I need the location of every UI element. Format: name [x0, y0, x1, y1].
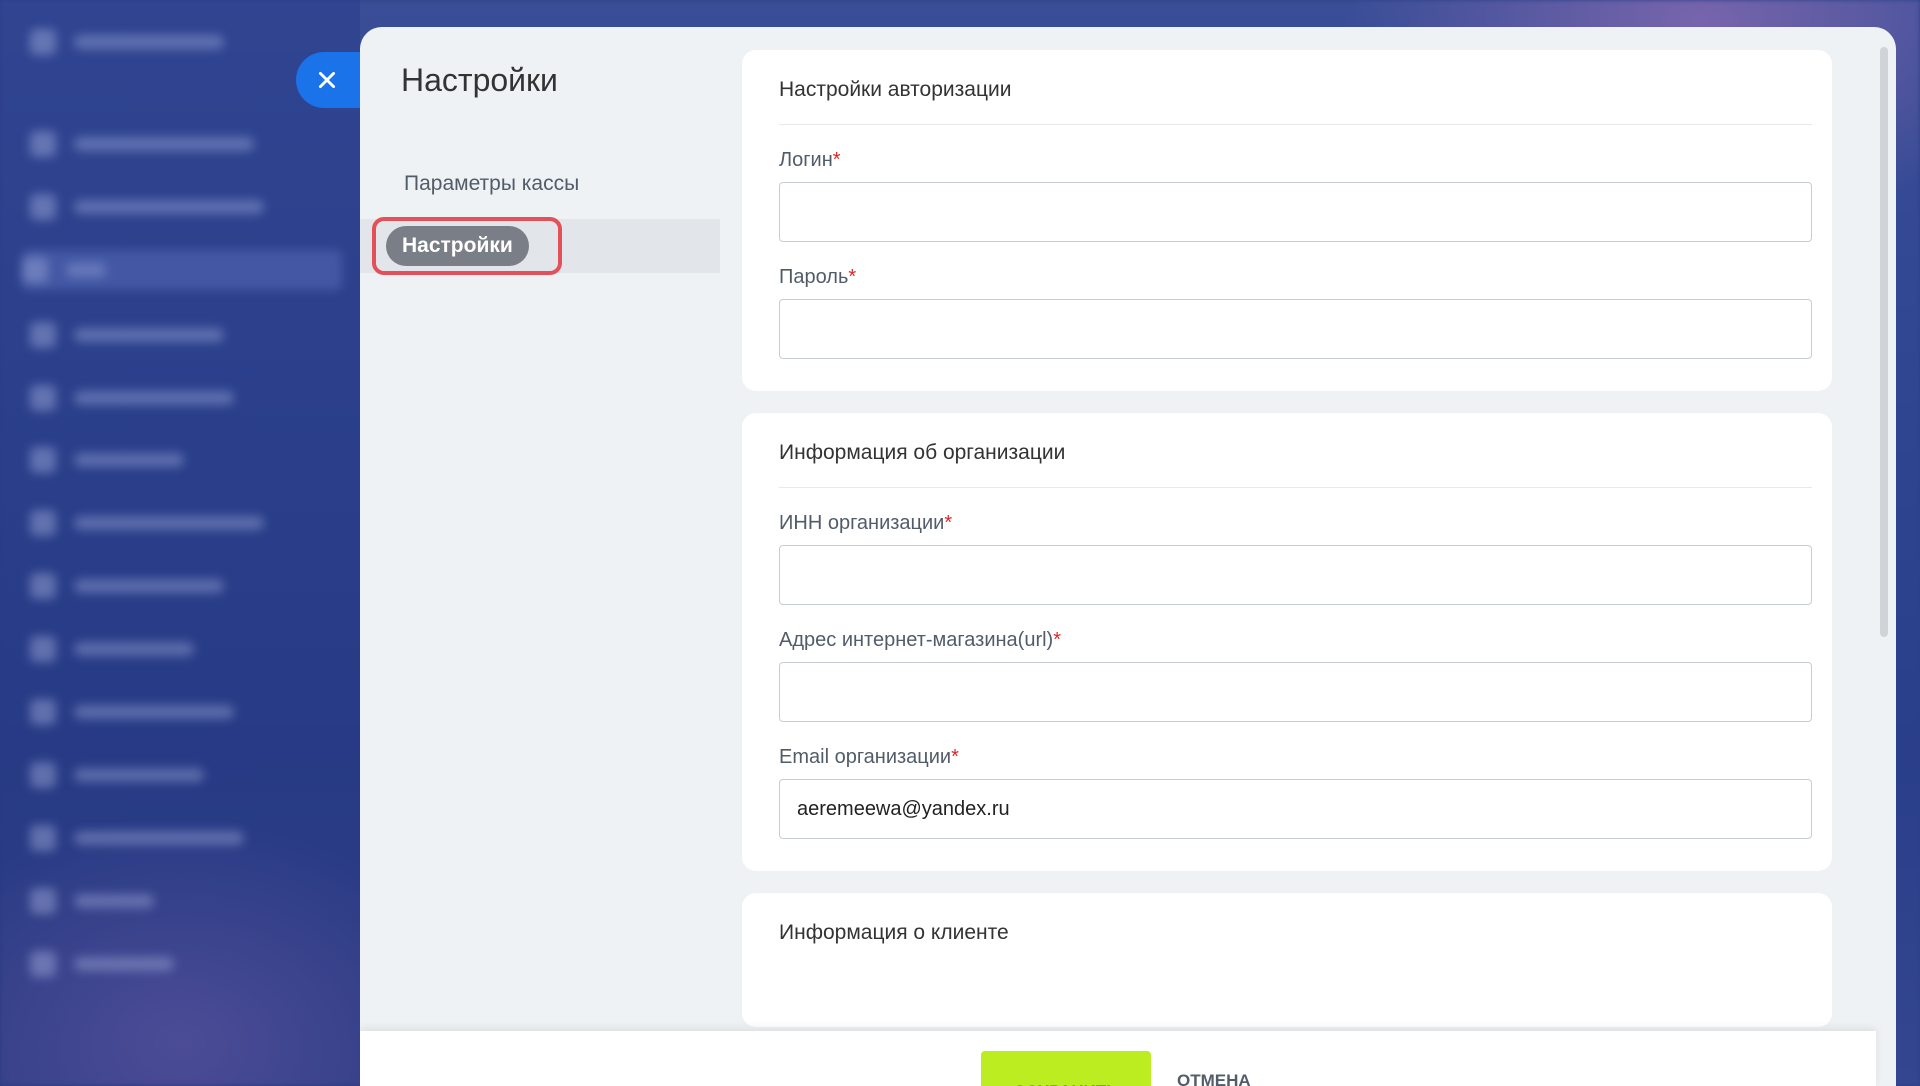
background-item: [30, 566, 310, 606]
inn-label: ИНН организации*: [779, 512, 1812, 535]
footer-bar: СОХРАНИТЬ ОТМЕНА: [360, 1031, 1876, 1086]
required-mark: *: [848, 266, 857, 288]
background-item: [30, 692, 310, 732]
save-button[interactable]: СОХРАНИТЬ: [981, 1051, 1151, 1086]
login-label: Логин*: [779, 149, 1812, 172]
login-input[interactable]: [779, 182, 1812, 242]
settings-panel: Настройки Параметры кассы Настройки Наст…: [360, 27, 1896, 1086]
page-title: Настройки: [401, 62, 558, 98]
settings-content: Настройки авторизации Логин* Пароль* Инф…: [742, 50, 1832, 1049]
required-mark: *: [944, 512, 953, 534]
background-item: [30, 881, 310, 921]
client-section: Информация о клиенте: [742, 893, 1832, 1027]
background-item: [22, 250, 342, 290]
background-item: [30, 124, 310, 164]
email-label-text: Email организации: [779, 746, 952, 768]
close-icon: [318, 71, 336, 89]
background-item: [30, 503, 310, 543]
org-section: Информация об организации ИНН организаци…: [742, 413, 1832, 871]
background-item: [30, 944, 310, 984]
org-section-title: Информация об организации: [779, 441, 1812, 488]
inn-input[interactable]: [779, 545, 1812, 605]
url-label-text: Адрес интернет-магазина(url): [779, 629, 1054, 651]
background-sidebar: [0, 0, 360, 1086]
background-item: [30, 440, 310, 480]
nav-item-label: Настройки: [402, 234, 513, 257]
auth-section: Настройки авторизации Логин* Пароль*: [742, 50, 1832, 391]
background-item: [30, 187, 310, 227]
cancel-button[interactable]: ОТМЕНА: [1177, 1071, 1251, 1086]
login-label-text: Логин: [779, 149, 833, 171]
background-item: [30, 22, 310, 62]
close-button[interactable]: [296, 52, 368, 108]
required-mark: *: [951, 746, 959, 768]
side-nav: Параметры кассы Настройки: [360, 157, 720, 275]
background-item: [30, 315, 310, 355]
nav-item-settings-pill: Настройки: [372, 217, 562, 275]
background-item: [30, 378, 310, 418]
required-mark: *: [1053, 629, 1062, 651]
url-input[interactable]: [779, 662, 1812, 722]
inn-label-text: ИНН организации: [779, 512, 945, 534]
background-item: [30, 755, 310, 795]
email-label: Email организации*: [779, 746, 1812, 769]
nav-item-settings[interactable]: Настройки: [360, 217, 720, 275]
nav-item-label: Параметры кассы: [404, 172, 580, 195]
background-item: [30, 818, 310, 858]
client-section-title: Информация о клиенте: [779, 921, 1009, 944]
url-label: Адрес интернет-магазина(url)*: [779, 629, 1812, 652]
password-label: Пароль*: [779, 266, 1812, 289]
email-input[interactable]: [779, 779, 1812, 839]
auth-section-title: Настройки авторизации: [779, 78, 1812, 125]
scrollbar[interactable]: [1880, 47, 1888, 637]
required-mark: *: [832, 149, 841, 171]
password-label-text: Пароль: [779, 266, 849, 288]
password-input[interactable]: [779, 299, 1812, 359]
nav-item-cash-params[interactable]: Параметры кассы: [360, 157, 720, 211]
background-item: [30, 629, 310, 669]
